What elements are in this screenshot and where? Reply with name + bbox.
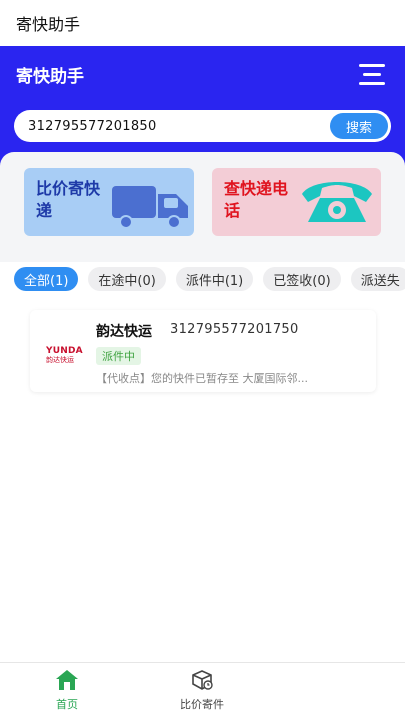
carrier-logo: YUNDA 韵达快运: [46, 346, 86, 364]
search-bar: 搜索: [14, 110, 391, 142]
status-bar-title: 寄快助手: [16, 15, 81, 34]
status-bar: 寄快助手: [0, 0, 405, 46]
status-badge: 派件中: [96, 347, 141, 365]
tab-all[interactable]: 全部(1): [14, 267, 79, 291]
box-icon: [192, 670, 213, 690]
main-content: 比价寄快递 查快递电话 全部(1) 在途中(0) 派件中(1) 已签收(0) 派…: [0, 152, 405, 662]
compare-ship-card[interactable]: 比价寄快递: [24, 168, 194, 236]
truck-icon: [112, 186, 188, 229]
home-icon: [56, 670, 78, 690]
tab-signed[interactable]: 已签收(0): [263, 267, 341, 291]
compare-ship-label: 比价寄快递: [36, 179, 101, 220]
query-phone-card[interactable]: 查快递电话: [212, 168, 381, 236]
tabbar-home-label: 首页: [56, 698, 78, 711]
search-button[interactable]: 搜索: [330, 113, 388, 139]
tab-in-transit[interactable]: 在途中(0): [88, 267, 166, 291]
tabbar-compare-ship-label: 比价寄件: [180, 698, 224, 711]
tab-failed[interactable]: 派送失: [350, 267, 405, 291]
bottom-tabbar: 首页 比价寄件: [0, 662, 405, 720]
telephone-icon: [302, 182, 372, 222]
query-phone-label: 查快递电话: [224, 179, 289, 220]
scan-menu-icon[interactable]: [359, 62, 385, 86]
parcel-list: YUNDA 韵达快运 韵达快运 312795577201750 派件中 【代收点…: [0, 296, 405, 662]
tabbar-home[interactable]: 首页: [22, 669, 112, 712]
status-tabs: 全部(1) 在途中(0) 派件中(1) 已签收(0) 派送失: [0, 262, 405, 296]
tabbar-compare-ship[interactable]: 比价寄件: [157, 669, 247, 712]
logo-wordmark: YUNDA: [46, 346, 83, 356]
app-header: 寄快助手: [0, 46, 405, 166]
carrier-name: 韵达快运: [96, 324, 152, 340]
logo-subtext: 韵达快运: [46, 356, 74, 364]
parcel-item[interactable]: YUNDA 韵达快运 韵达快运 312795577201750 派件中 【代收点…: [30, 310, 376, 392]
tracking-number: 312795577201750: [170, 322, 299, 337]
tab-delivering[interactable]: 派件中(1): [175, 267, 254, 291]
app-title: 寄快助手: [16, 66, 84, 87]
latest-tracking-info: 【代收点】您的快件已暂存至 大厦国际邻...: [96, 372, 308, 385]
